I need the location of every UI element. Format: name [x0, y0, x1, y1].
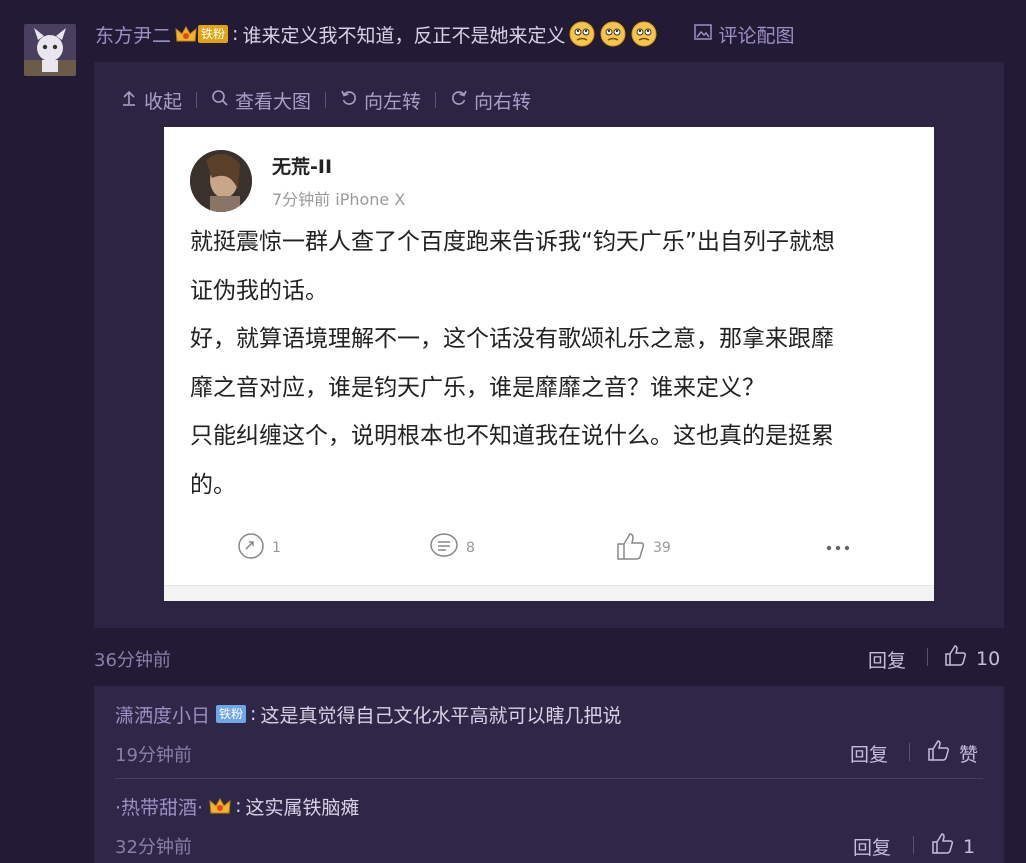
- like-label: 赞: [959, 744, 979, 766]
- reply-item: ·热带甜酒· : 这实属铁脑瘫: [115, 792, 360, 820]
- rotate-left-label: 向左转: [364, 90, 422, 113]
- reply-button[interactable]: 回复: [868, 646, 906, 673]
- footer-separator: [927, 648, 928, 666]
- toolbar-separator: [435, 92, 437, 108]
- reply-button[interactable]: 回复: [853, 833, 891, 860]
- repost-count: 1: [272, 540, 281, 556]
- comment-time: 36分钟前: [94, 650, 171, 671]
- reply-item: 潇洒度小日 铁粉 : 这是真觉得自己文化水平高就可以瞎几把说: [115, 700, 621, 728]
- post-avatar: [190, 150, 252, 212]
- post-line: 证伪我的话。: [190, 277, 328, 304]
- toolbar-separator: [196, 92, 198, 108]
- image-bottom-strip: [164, 585, 934, 601]
- fan-badge[interactable]: 铁粉: [175, 24, 229, 44]
- thinking-emoji-icon: [599, 20, 627, 48]
- reply-divider: [115, 778, 983, 779]
- rotate-right-icon: [450, 89, 468, 112]
- post-meta: 7分钟前 iPhone X: [272, 190, 406, 209]
- image-icon: [694, 23, 713, 45]
- comment-image-label: 评论配图: [718, 24, 795, 47]
- viewer-toolbar: 收起 查看大图 向左转 向右转: [120, 86, 531, 114]
- like-button[interactable]: 1: [931, 832, 975, 861]
- view-large-label: 查看大图: [235, 90, 312, 113]
- post-comments: 8: [428, 533, 475, 563]
- commenter-avatar[interactable]: [24, 24, 76, 76]
- footer-separator: [909, 743, 910, 761]
- colon: :: [250, 703, 257, 725]
- comment-image-link[interactable]: 评论配图: [694, 21, 794, 48]
- thinking-emoji-icon: [630, 20, 658, 48]
- reply-author[interactable]: 潇洒度小日: [115, 701, 210, 728]
- post-line: 只能纠缠这个，说明根本也不知道我在说什么。这也真的是挺累: [190, 423, 834, 449]
- rotate-left-icon: [340, 89, 358, 112]
- fan-badge-label: 铁粉: [198, 25, 229, 43]
- rotate-right-button[interactable]: 向右转: [450, 87, 531, 114]
- collapse-label: 收起: [144, 90, 183, 113]
- post-line: 靡之音对应，谁是钧天广乐，谁是靡靡之音？谁来定义？: [190, 374, 765, 401]
- post-repost: 1: [236, 533, 281, 563]
- reply-time: 32分钟前: [115, 837, 192, 858]
- colon: :: [232, 23, 239, 45]
- more-icon: [824, 533, 854, 563]
- comment-author[interactable]: 东方尹二: [95, 21, 171, 48]
- reply-button[interactable]: 回复: [850, 740, 888, 767]
- rotate-left-button[interactable]: 向左转: [340, 87, 421, 114]
- comment-text: 谁来定义我不知道，反正不是她来定义: [242, 24, 566, 47]
- reply-text: 这是真觉得自己文化水平高就可以瞎几把说: [260, 704, 622, 727]
- thinking-emoji-icon: [568, 20, 596, 48]
- post-likes: 39: [615, 533, 671, 563]
- crown-icon[interactable]: [209, 797, 231, 815]
- repost-icon: [236, 531, 266, 565]
- thumbs-up-icon: [615, 531, 647, 565]
- reply-time: 19分钟前: [115, 745, 192, 766]
- comment-bubble-icon: [428, 531, 460, 565]
- reply-text: 这实属铁脑瘫: [245, 796, 360, 819]
- crown-icon: [175, 25, 197, 43]
- comment-count: 8: [466, 540, 475, 556]
- toolbar-separator: [325, 92, 327, 108]
- post-line: 就挺震惊一群人查了个百度跑来告诉我“钧天广乐”出自列子就想: [190, 229, 835, 255]
- like-count: 39: [653, 540, 671, 556]
- like-count: 1: [963, 835, 976, 858]
- like-button[interactable]: 10: [944, 644, 1000, 673]
- post-line: 好，就算语境理解不一，这个话没有歌颂礼乐之意，那拿来跟靡: [190, 326, 834, 352]
- thumbs-up-icon: [944, 644, 968, 673]
- reply-author[interactable]: ·热带甜酒·: [115, 793, 203, 820]
- magnifier-icon: [211, 89, 229, 112]
- collapse-button[interactable]: 收起: [120, 87, 182, 114]
- post-body: 就挺震惊一群人查了个百度跑来告诉我“钧天广乐”出自列子就想 证伪我的话。 好，就…: [190, 218, 920, 509]
- comment-header: 东方尹二 铁粉 : 谁来定义我不知道，反正不是她来定义 评论配图: [95, 20, 794, 48]
- footer-separator: [913, 836, 914, 854]
- arrow-up-icon: [120, 89, 138, 112]
- view-large-button[interactable]: 查看大图: [211, 87, 311, 114]
- thumbs-up-icon: [931, 832, 955, 861]
- post-line: 的。: [190, 471, 236, 498]
- fan-badge[interactable]: 铁粉: [216, 705, 247, 723]
- colon: :: [235, 795, 242, 817]
- like-button[interactable]: 赞: [927, 739, 978, 768]
- post-username: 无荒-II: [272, 156, 333, 178]
- like-count: 10: [976, 647, 1001, 670]
- thumbs-up-icon: [927, 739, 951, 768]
- rotate-right-label: 向右转: [474, 90, 532, 113]
